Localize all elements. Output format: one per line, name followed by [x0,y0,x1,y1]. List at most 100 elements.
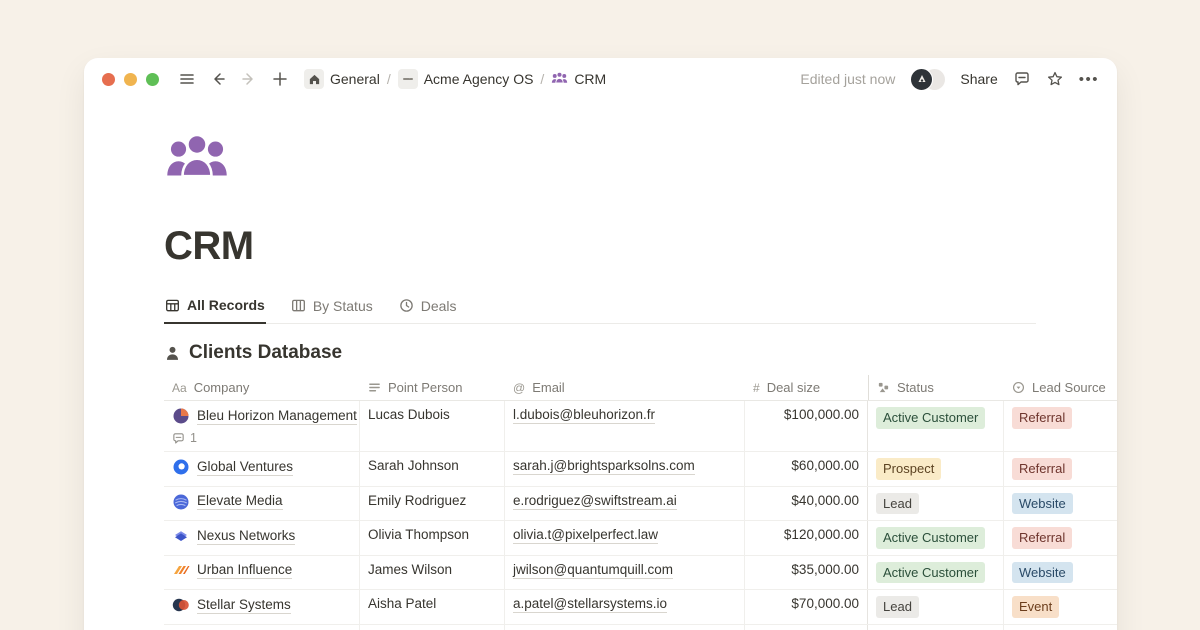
point-person-cell[interactable]: Aisha Patel [360,590,505,624]
company-name[interactable]: Bleu Horizon Management [197,408,357,425]
email-cell[interactable]: e.rodriguez@swiftstream.ai [505,487,745,521]
email-cell[interactable]: olivia.t@pixelperfect.law [505,521,745,555]
breadcrumb-separator: / [387,71,391,87]
company-name[interactable]: Global Ventures [197,459,293,476]
company-cell[interactable]: Stellar Systems [164,590,360,624]
database-title-row: Clients Database [164,342,1117,364]
person-icon [164,345,181,362]
company-cell[interactable]: Elevate Media [164,487,360,521]
table-row: Elevate Media Emily Rodriguez e.rodrigue… [164,487,1117,522]
lead-source-cell[interactable]: Referral [1004,401,1117,451]
page-title[interactable]: CRM [164,224,1117,269]
status-cell[interactable]: Active Customer [867,556,1004,590]
tab-all-records[interactable]: All Records [164,297,266,324]
company-logo-stellar-systems [172,596,190,614]
tab-label: By Status [313,298,373,314]
page-icon-people[interactable] [164,130,230,184]
lead-source-cell[interactable]: Social Media [1004,625,1117,630]
traffic-light-zoom[interactable] [146,73,159,86]
company-cell[interactable]: Bleu Horizon Management 1 [164,401,360,451]
forward-icon[interactable] [238,68,260,90]
point-person-cell[interactable]: Lucas Dubois [360,401,505,451]
tab-deals[interactable]: Deals [398,297,458,323]
workspace-icon [398,69,418,89]
collaborator-avatars[interactable] [910,68,945,91]
more-icon[interactable]: ••• [1079,71,1099,88]
status-badge: Active Customer [876,407,985,429]
status-cell[interactable]: Lead [867,487,1004,521]
company-cell[interactable]: Nexus Networks [164,521,360,555]
column-header-company[interactable]: Aa Company [164,375,360,400]
company-name[interactable]: Nexus Networks [197,528,295,545]
company-name[interactable]: Stellar Systems [197,597,291,614]
lead-source-cell[interactable]: Event [1004,590,1117,624]
comment-icon [172,432,185,445]
tab-label: Deals [421,298,457,314]
status-cell[interactable]: Active Customer [867,401,1004,451]
column-header-email[interactable]: @ Email [505,375,745,400]
deal-size-cell[interactable]: $35,000.00 [745,556,868,590]
breadcrumb-label: Acme Agency OS [424,71,534,87]
new-page-icon[interactable] [269,68,291,90]
back-icon[interactable] [207,68,229,90]
share-button[interactable]: Share [960,71,997,87]
column-header-status[interactable]: Status [868,375,1004,400]
email-cell[interactable]: l.dubois@bleuhorizon.fr [505,401,745,451]
point-person-cell[interactable]: Elena Martinez [360,625,505,630]
favorite-star-icon[interactable] [1046,70,1064,88]
traffic-light-close[interactable] [102,73,115,86]
lead-source-badge: Referral [1012,527,1072,549]
tab-by-status[interactable]: By Status [290,297,374,323]
column-header-lead-source[interactable]: Lead Source [1004,375,1117,400]
company-logo-elevate-media [172,493,190,511]
traffic-light-minimize[interactable] [124,73,137,86]
column-label: Lead Source [1032,380,1106,395]
point-person-cell[interactable]: Sarah Johnson [360,452,505,486]
comment-count-label: 1 [190,431,197,445]
point-person-cell[interactable]: James Wilson [360,556,505,590]
avatar [910,68,933,91]
column-label: Point Person [388,380,462,395]
deal-size-cell[interactable]: $70,000.00 [745,590,868,624]
deal-size-cell[interactable]: $100,000.00 [745,401,868,451]
sidebar-toggle-icon[interactable] [176,68,198,90]
deal-size-cell[interactable]: $120,000.00 [745,521,868,555]
status-cell[interactable]: Active Customer [867,521,1004,555]
email-cell[interactable]: sarah.j@brightsparksolns.com [505,452,745,486]
breadcrumb: General / Acme Agency OS / [304,69,606,89]
column-header-point-person[interactable]: Point Person [360,375,505,400]
comment-count[interactable]: 1 [172,431,197,445]
company-logo-urban-influence [172,562,190,580]
breadcrumb-separator: / [540,71,544,87]
status-cell[interactable]: Prospect [867,452,1004,486]
comments-icon[interactable] [1013,70,1031,88]
email-cell[interactable]: a.patel@stellarsystems.io [505,590,745,624]
company-logo-bleu-horizon [172,407,190,425]
column-header-deal-size[interactable]: # Deal size [745,375,868,400]
top-bar: General / Acme Agency OS / [84,58,1117,100]
lead-source-cell[interactable]: Website [1004,487,1117,521]
status-badge: Prospect [876,458,941,480]
lead-source-cell[interactable]: Referral [1004,521,1117,555]
deal-size-cell[interactable]: $60,000.00 [745,452,868,486]
point-person-cell[interactable]: Olivia Thompson [360,521,505,555]
lead-source-badge: Referral [1012,458,1072,480]
company-name[interactable]: Urban Influence [197,562,292,579]
status-cell[interactable]: Lead [867,590,1004,624]
company-cell[interactable]: Urban Influence [164,556,360,590]
breadcrumb-acme-agency-os[interactable]: Acme Agency OS [398,69,534,89]
company-cell[interactable]: Global Ventures [164,452,360,486]
breadcrumb-crm[interactable]: CRM [551,71,606,88]
lead-source-badge: Website [1012,562,1073,584]
email-cell[interactable]: jwilson@quantumquill.com [505,556,745,590]
company-cell[interactable]: BrightPath Consulting [164,625,360,630]
deal-size-cell[interactable]: $50,000.00 [745,625,868,630]
point-person-cell[interactable]: Emily Rodriguez [360,487,505,521]
lead-source-cell[interactable]: Website [1004,556,1117,590]
status-cell[interactable]: Prospect [867,625,1004,630]
deal-size-cell[interactable]: $40,000.00 [745,487,868,521]
email-cell[interactable]: e.martinez@brightpath.com [505,625,745,630]
lead-source-cell[interactable]: Referral [1004,452,1117,486]
breadcrumb-general[interactable]: General [304,69,380,89]
company-name[interactable]: Elevate Media [197,493,283,510]
